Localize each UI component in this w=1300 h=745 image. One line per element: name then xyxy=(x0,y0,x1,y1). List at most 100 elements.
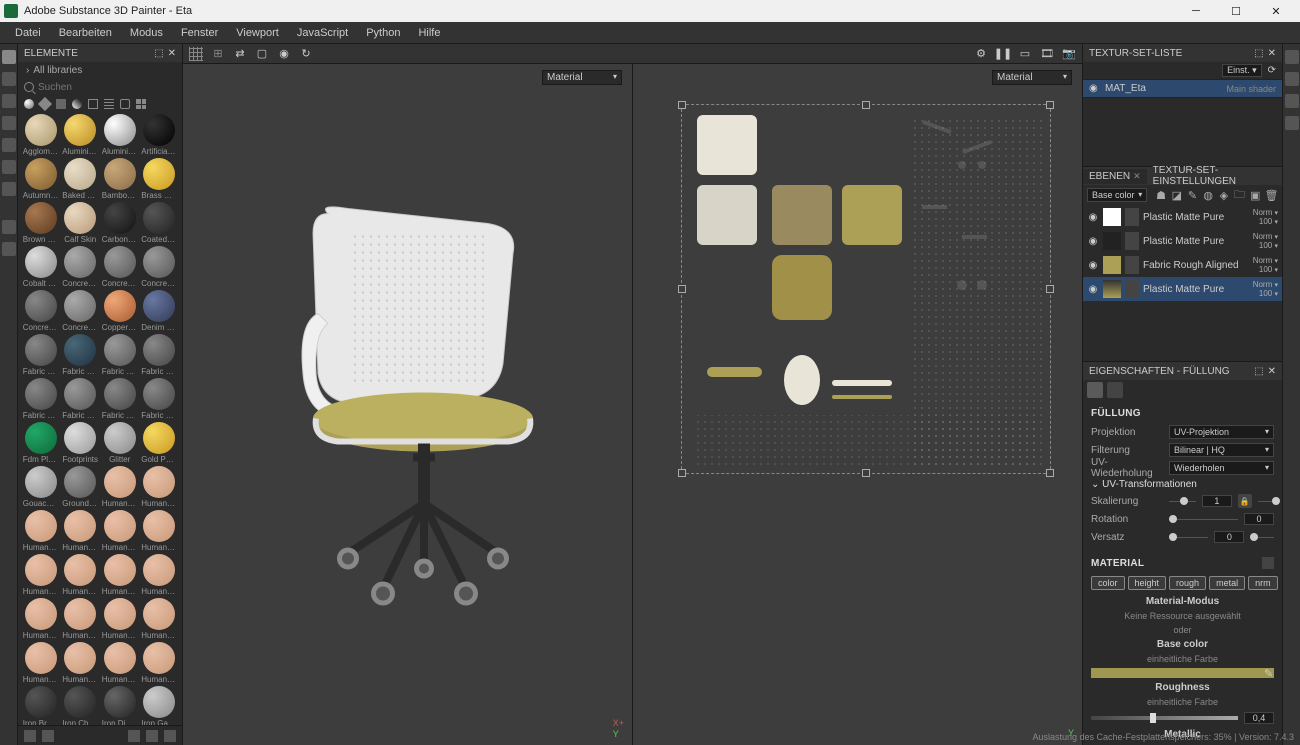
rtool-history-icon[interactable] xyxy=(1285,72,1299,86)
filter-smart-material-icon[interactable] xyxy=(38,97,52,111)
uv-handle-tr[interactable] xyxy=(1046,101,1054,109)
layer-blendmode[interactable]: Norm ▾ xyxy=(1244,256,1278,265)
material-item[interactable]: Human N... xyxy=(22,642,60,684)
material-item[interactable]: Concrete B... xyxy=(62,246,100,288)
vp-film-icon[interactable]: 🎞 xyxy=(1040,47,1054,61)
material-item[interactable]: Human Ba... xyxy=(141,466,179,508)
menu-viewport[interactable]: Viewport xyxy=(227,24,288,42)
layer-mask-icon[interactable]: ◪ xyxy=(1171,189,1183,202)
material-item[interactable]: Iron Brush... xyxy=(22,686,60,725)
material-item[interactable]: Ground Gr... xyxy=(62,466,100,508)
uv-handle-br[interactable] xyxy=(1046,469,1054,477)
layer-fill-icon[interactable]: ◍ xyxy=(1202,189,1214,202)
material-item[interactable]: Concrete ... xyxy=(101,246,139,288)
material-item[interactable]: Fabric Suit ... xyxy=(141,378,179,420)
chan-height[interactable]: height xyxy=(1128,576,1167,590)
material-item[interactable]: Artificial Le... xyxy=(141,114,179,156)
layer-effect-icon[interactable]: ☗ xyxy=(1155,189,1167,202)
uv-handle-ml[interactable] xyxy=(678,285,686,293)
lock-icon[interactable]: 🔒 xyxy=(1238,494,1252,508)
eye-icon[interactable]: ◉ xyxy=(1087,212,1099,223)
layer-addfill-icon[interactable]: ▣ xyxy=(1249,189,1261,202)
material-item[interactable]: Footprints xyxy=(62,422,100,464)
tset-undock-icon[interactable]: ⬚ xyxy=(1254,48,1263,59)
eye-icon[interactable]: ◉ xyxy=(1089,83,1101,94)
color-picker-icon[interactable]: ✎ xyxy=(1264,667,1276,679)
vp-camera-icon[interactable]: 📷 xyxy=(1062,47,1076,61)
layer-blendmode[interactable]: Norm ▾ xyxy=(1244,280,1278,289)
menu-datei[interactable]: Datei xyxy=(6,24,50,42)
material-item[interactable]: Gouache... xyxy=(22,466,60,508)
layer-row[interactable]: ◉ Fabric Rough Aligned Norm ▾ 100 ▾ xyxy=(1083,253,1282,277)
material-item[interactable]: Iron Diam... xyxy=(101,686,139,725)
material-item[interactable]: Concrete ... xyxy=(141,246,179,288)
props-undock-icon[interactable]: ⬚ xyxy=(1254,366,1263,377)
material-item[interactable]: Fabric Knit... xyxy=(141,334,179,376)
roughness-value[interactable]: 0,4 xyxy=(1244,712,1274,724)
props-mode-fill-icon[interactable] xyxy=(1087,382,1103,398)
material-item[interactable]: Bamboo ... xyxy=(101,158,139,200)
material-item[interactable]: Carbon Fiber xyxy=(101,202,139,244)
assets-grid-view-icon[interactable] xyxy=(128,730,140,742)
vp-grid-icon[interactable] xyxy=(189,47,203,61)
scale-value[interactable]: 1 xyxy=(1202,495,1232,507)
tab-texture-set-settings[interactable]: TEXTUR-SET-EINSTELLUNGEN xyxy=(1147,163,1282,189)
material-item[interactable]: Aluminium... xyxy=(101,114,139,156)
material-item[interactable]: Human Wr... xyxy=(141,642,179,684)
layer-blendmode[interactable]: Norm ▾ xyxy=(1244,208,1278,217)
eye-icon[interactable]: ◉ xyxy=(1087,284,1099,295)
material-item[interactable]: Fabric Ro... xyxy=(22,378,60,420)
material-item[interactable]: Human W... xyxy=(101,642,139,684)
layer-row[interactable]: ◉ Plastic Matte Pure Norm ▾ 100 ▾ xyxy=(1083,277,1282,301)
filter-brush-icon[interactable] xyxy=(88,99,98,109)
material-item[interactable]: Brass Pure xyxy=(141,158,179,200)
uv-handle-tl[interactable] xyxy=(678,101,686,109)
uvtrans-head[interactable]: UV-Transformationen xyxy=(1091,479,1274,490)
assets-add-icon[interactable] xyxy=(164,730,176,742)
texture-set-item[interactable]: ◉ MAT_Eta Main shader xyxy=(1083,80,1282,98)
menu-bearbeiten[interactable]: Bearbeiten xyxy=(50,24,121,42)
material-item[interactable]: Coated Me... xyxy=(141,202,179,244)
assets-home-icon[interactable] xyxy=(24,730,36,742)
vp-refresh-icon[interactable]: ↻ xyxy=(299,47,313,61)
material-item[interactable]: Gold Pure xyxy=(141,422,179,464)
vp-3d-channel-dropdown[interactable]: Material xyxy=(542,70,622,85)
material-item[interactable]: Human Fo... xyxy=(141,554,179,596)
filter-texture-icon[interactable] xyxy=(120,99,130,109)
material-item[interactable]: Concrete S... xyxy=(62,290,100,332)
layer-folder-icon[interactable]: 🗀 xyxy=(1234,189,1246,202)
props-close-icon[interactable]: ✕ xyxy=(1268,366,1276,377)
menu-modus[interactable]: Modus xyxy=(121,24,172,42)
vp-bake-icon[interactable]: ◉ xyxy=(277,47,291,61)
material-item[interactable]: Fabric Bas... xyxy=(62,334,100,376)
material-item[interactable]: Baked Lig... xyxy=(62,158,100,200)
material-item[interactable]: Concrete ... xyxy=(22,290,60,332)
material-item[interactable]: Brown Oak xyxy=(22,202,60,244)
vp-grid2-icon[interactable] xyxy=(211,47,225,61)
material-item[interactable]: Denim Rivet xyxy=(141,290,179,332)
material-item[interactable]: Cobalt Pure xyxy=(22,246,60,288)
material-item[interactable]: Human Fa... xyxy=(141,510,179,552)
material-item[interactable]: Human Ch... xyxy=(62,510,100,552)
offset-slider-y[interactable] xyxy=(1250,537,1274,538)
material-item[interactable]: Fabric Rou... xyxy=(62,378,100,420)
props-mode-instance-icon[interactable] xyxy=(1107,382,1123,398)
layer-opacity[interactable]: 100 ▾ xyxy=(1259,241,1278,250)
layer-blendmode[interactable]: Norm ▾ xyxy=(1244,232,1278,241)
rotation-value[interactable]: 0 xyxy=(1244,513,1274,525)
filter-alpha-icon[interactable] xyxy=(104,99,114,109)
viewport-3d[interactable]: Material xyxy=(183,64,633,745)
assets-refresh-icon[interactable] xyxy=(146,730,158,742)
material-item[interactable]: Human No... xyxy=(141,598,179,640)
material-item[interactable]: Human Fe... xyxy=(22,554,60,596)
filter-filter-icon[interactable] xyxy=(72,99,82,109)
material-item[interactable]: Iron Galva... xyxy=(141,686,179,725)
scale-slider-y[interactable] xyxy=(1258,501,1274,502)
layer-opacity[interactable]: 100 ▾ xyxy=(1259,217,1278,226)
rotation-slider[interactable] xyxy=(1169,519,1238,520)
filter-smart-mask-icon[interactable] xyxy=(56,99,66,109)
uvwrap-dropdown[interactable]: Wiederholen xyxy=(1169,461,1274,475)
menu-fenster[interactable]: Fenster xyxy=(172,24,227,42)
layer-opacity[interactable]: 100 ▾ xyxy=(1259,265,1278,274)
tset-reload-icon[interactable]: ⟳ xyxy=(1268,65,1276,76)
